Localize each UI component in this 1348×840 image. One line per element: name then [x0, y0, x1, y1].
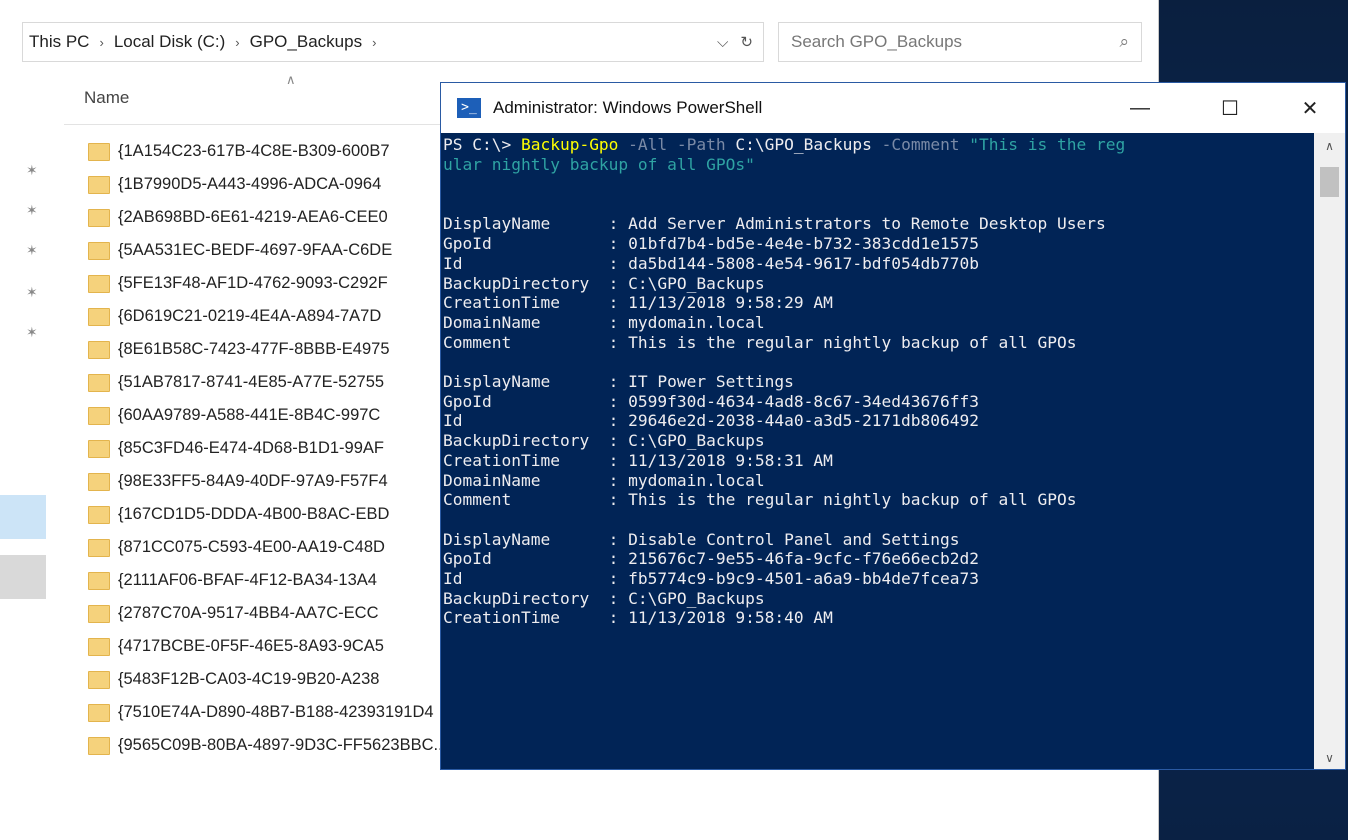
nav-pane-selected-item[interactable] [0, 495, 46, 539]
folder-icon [88, 703, 110, 722]
output-line: Comment : This is the regular nightly ba… [443, 490, 1077, 510]
scrollbar[interactable]: ∧ ∨ [1314, 133, 1345, 769]
folder-icon [88, 406, 110, 425]
column-header-name[interactable]: Name [84, 88, 129, 108]
parameter: -Path [667, 135, 726, 154]
output-line: DisplayName : Add Server Administrators … [443, 214, 1106, 234]
output-line: BackupDirectory : C:\GPO_Backups [443, 273, 765, 293]
folder-icon [88, 538, 110, 557]
refresh-icon[interactable]: ↻ [740, 33, 753, 51]
breadcrumb-gpo-backups[interactable]: GPO_Backups [244, 32, 368, 52]
folder-icon [88, 571, 110, 590]
output-line: CreationTime : 11/13/2018 9:58:40 AM [443, 608, 833, 628]
scroll-down-icon[interactable]: ∨ [1314, 751, 1345, 765]
string-argument: "This is the reg [959, 135, 1126, 154]
folder-icon [88, 208, 110, 227]
output-line: DisplayName : Disable Control Panel and … [443, 529, 960, 549]
search-icon: ⌕ [1119, 32, 1129, 51]
address-bar[interactable]: This PC › Local Disk (C:) › GPO_Backups … [22, 22, 764, 62]
parameter: -Comment [871, 135, 960, 154]
folder-icon [88, 670, 110, 689]
output-line: Id : 29646e2d-2038-44a0-a3d5-2171db80649… [443, 411, 980, 431]
breadcrumb-this-pc[interactable]: This PC [23, 32, 95, 52]
pin-icon[interactable]: ✶ [26, 162, 38, 179]
window-title: Administrator: Windows PowerShell [493, 98, 763, 117]
maximize-button[interactable]: ☐ [1201, 83, 1259, 133]
console-output[interactable]: PS C:\> Backup-Gpo -All -Path C:\GPO_Bac… [441, 133, 1314, 769]
output-line: Comment : This is the regular nightly ba… [443, 332, 1077, 352]
output-line: DomainName : mydomain.local [443, 312, 765, 332]
chevron-right-icon[interactable]: › [368, 35, 380, 50]
folder-icon [88, 439, 110, 458]
close-button[interactable]: ✕ [1281, 83, 1339, 133]
folder-icon [88, 736, 110, 755]
parameter: -All [618, 135, 668, 154]
folder-icon [88, 505, 110, 524]
output-line: CreationTime : 11/13/2018 9:58:29 AM [443, 293, 833, 313]
folder-icon [88, 604, 110, 623]
breadcrumb-local-disk[interactable]: Local Disk (C:) [108, 32, 231, 52]
pin-icon[interactable]: ✶ [26, 284, 38, 301]
folder-icon [88, 175, 110, 194]
powershell-icon: >_ [457, 98, 481, 118]
nav-pane-hover-item[interactable] [0, 555, 46, 599]
output-line: BackupDirectory : C:\GPO_Backups [443, 588, 765, 608]
search-input[interactable]: Search GPO_Backups [791, 32, 962, 52]
output-line: CreationTime : 11/13/2018 9:58:31 AM [443, 450, 833, 470]
output-line: GpoId : 215676c7-9e55-46fa-9cfc-f76e66ec… [443, 549, 980, 569]
output-line: DomainName : mydomain.local [443, 470, 765, 490]
pin-icon[interactable]: ✶ [26, 324, 38, 341]
folder-icon [88, 274, 110, 293]
cmdlet: Backup-Gpo [520, 135, 619, 154]
folder-icon [88, 637, 110, 656]
pin-icon[interactable]: ✶ [26, 202, 38, 219]
chevron-right-icon[interactable]: › [231, 35, 243, 50]
output-line: DisplayName : IT Power Settings [443, 372, 794, 391]
chevron-down-icon[interactable]: ⌵ [717, 34, 728, 51]
output-line: GpoId : 01bfd7b4-bd5e-4e4e-b732-383cdd1e… [443, 234, 980, 254]
folder-icon [88, 340, 110, 359]
prompt: PS C:\> [443, 135, 521, 154]
output-line: BackupDirectory : C:\GPO_Backups [443, 431, 765, 451]
chevron-right-icon[interactable]: › [95, 35, 107, 50]
folder-icon [88, 307, 110, 326]
powershell-window: >_ Administrator: Windows PowerShell — ☐… [440, 82, 1346, 770]
argument: C:\GPO_Backups [725, 135, 872, 154]
folder-icon [88, 241, 110, 260]
output-line: GpoId : 0599f30d-4634-4ad8-8c67-34ed4367… [443, 391, 980, 411]
search-box[interactable]: Search GPO_Backups ⌕ [778, 22, 1142, 62]
folder-icon [88, 472, 110, 491]
scroll-up-icon[interactable]: ∧ [1314, 139, 1345, 153]
command-line-wrap: ular nightly backup of all GPOs" [443, 155, 755, 174]
folder-icon [88, 142, 110, 161]
pin-icon[interactable]: ✶ [26, 242, 38, 259]
command-line: PS C:\> Backup-Gpo -All -Path C:\GPO_Bac… [443, 135, 1125, 155]
output-line: Id : da5bd144-5808-4e54-9617-bdf054db770… [443, 253, 980, 273]
sort-ascending-icon: ∧ [286, 72, 296, 87]
minimize-button[interactable]: — [1111, 83, 1169, 133]
folder-icon [88, 373, 110, 392]
scroll-thumb[interactable] [1320, 167, 1339, 197]
output-line: Id : fb5774c9-b9c9-4501-a6a9-bb4de7fcea7… [443, 569, 980, 588]
title-bar[interactable]: >_ Administrator: Windows PowerShell — ☐… [441, 83, 1345, 133]
